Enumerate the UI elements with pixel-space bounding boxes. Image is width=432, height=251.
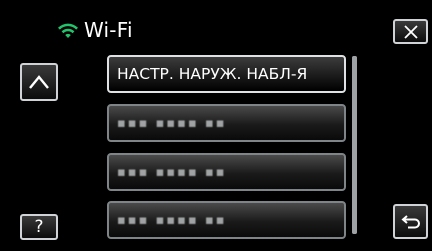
wifi-signal-icon <box>58 23 78 38</box>
help-label: ? <box>34 216 44 237</box>
list-item-label: ▪▪▪ ▪▪▪▪ ▪▪ <box>117 164 227 180</box>
return-arrow-icon <box>400 214 420 228</box>
close-icon <box>403 24 418 39</box>
scrollbar-thumb[interactable] <box>352 56 357 234</box>
back-button[interactable] <box>393 204 428 239</box>
list-item-network[interactable]: ▪▪▪ ▪▪▪▪ ▪▪ <box>107 201 346 239</box>
screen-header: Wi-Fi <box>56 16 133 44</box>
page-title: Wi-Fi <box>84 18 133 42</box>
list-item-network[interactable]: ▪▪▪ ▪▪▪▪ ▪▪ <box>107 153 346 191</box>
list-item-outdoor-monitoring-settings[interactable]: НАСТР. НАРУЖ. НАБЛ-Я <box>107 55 346 93</box>
list-item-network[interactable]: ▪▪▪ ▪▪▪▪ ▪▪ <box>107 104 346 142</box>
scroll-up-button[interactable] <box>20 63 58 101</box>
list-item-label: ▪▪▪ ▪▪▪▪ ▪▪ <box>117 115 227 131</box>
scrollbar[interactable] <box>352 56 357 234</box>
help-button[interactable]: ? <box>20 214 58 240</box>
wifi-menu-screen: Wi-Fi НАСТР. НАРУЖ. НАБЛ-Я ▪▪▪ ▪▪▪▪ ▪▪ ▪… <box>0 0 432 251</box>
list-item-label: НАСТР. НАРУЖ. НАБЛ-Я <box>117 65 308 83</box>
close-button[interactable] <box>393 19 428 44</box>
list-item-label: ▪▪▪ ▪▪▪▪ ▪▪ <box>117 212 227 228</box>
chevron-up-icon <box>29 75 49 89</box>
